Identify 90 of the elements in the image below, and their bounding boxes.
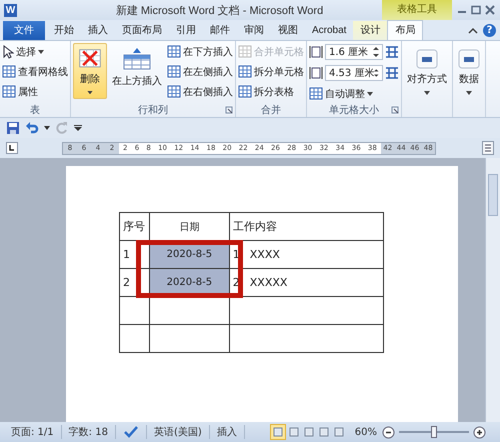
tab-stop-icon[interactable] xyxy=(6,142,18,154)
help-button[interactable]: ? xyxy=(483,24,496,37)
ribbon-button[interactable]: 在下方插入 xyxy=(167,43,233,60)
distribute-icon[interactable] xyxy=(385,45,399,59)
ribbon-tab[interactable]: 布局 xyxy=(387,20,424,40)
size-field[interactable]: 4.53 厘米 xyxy=(325,65,383,81)
undo-icon[interactable] xyxy=(25,121,39,135)
file-tab[interactable]: 文件 xyxy=(3,21,45,40)
group-label: 行和列 xyxy=(138,104,168,117)
customize-icon[interactable] xyxy=(74,125,82,131)
insert-row-icon xyxy=(122,47,152,71)
ribbon-tab[interactable]: 引用 xyxy=(169,21,203,40)
table-icon xyxy=(2,65,16,78)
table-icon xyxy=(238,45,252,58)
view-button[interactable] xyxy=(316,425,331,439)
insert-mode-status[interactable]: 插入 xyxy=(210,425,245,439)
table-cell: 日期 xyxy=(149,212,230,240)
table-icon xyxy=(238,65,252,78)
page-view-icon xyxy=(334,427,344,437)
table-icon xyxy=(167,85,181,98)
group-label: 单元格大小 xyxy=(329,104,379,117)
table-cell: 1 XXXX xyxy=(229,240,384,268)
page-view-icon xyxy=(288,427,299,437)
ribbon-tab[interactable]: 设计 xyxy=(353,21,388,40)
table-cell: 2 xyxy=(120,268,150,296)
group-label: 合并 xyxy=(261,104,281,117)
view-button[interactable] xyxy=(332,425,346,439)
table-icon xyxy=(167,65,181,78)
zoom-in-icon[interactable] xyxy=(473,426,486,438)
dialog-launcher-icon[interactable] xyxy=(391,106,399,114)
ribbon-button[interactable]: 拆分单元格 xyxy=(238,63,304,80)
save-icon[interactable] xyxy=(6,121,20,135)
spinner-icon xyxy=(373,46,379,58)
view-button[interactable] xyxy=(302,425,316,439)
table-cell: 工作内容 xyxy=(229,212,384,240)
size-field[interactable]: 1.6 厘米 xyxy=(325,44,383,60)
window-title: 新建 Microsoft Word 文档 - Microsoft Word xyxy=(114,4,324,18)
distribute-icon[interactable] xyxy=(385,66,399,80)
status-item[interactable]: 页面: 1/1 xyxy=(4,425,62,439)
cursor-icon xyxy=(2,44,14,58)
language-status[interactable]: 英语(美国) xyxy=(146,425,210,439)
ribbon-tab[interactable]: 视图 xyxy=(271,21,305,40)
table-icon xyxy=(309,87,323,100)
close-icon[interactable] xyxy=(484,5,496,15)
view-button[interactable] xyxy=(270,424,286,440)
ribbon-button[interactable]: 数据 xyxy=(455,43,483,99)
zoom-out-icon[interactable] xyxy=(382,426,395,438)
cell-size-icon xyxy=(309,45,323,59)
delete-table-icon xyxy=(77,48,103,69)
table-icon xyxy=(167,45,181,58)
ribbon-button[interactable]: 查看网格线 xyxy=(2,63,68,80)
page-view-icon xyxy=(304,427,314,437)
view-button[interactable] xyxy=(286,425,301,439)
ribbon-button[interactable]: 在左侧插入 xyxy=(167,63,233,80)
ribbon-tab[interactable]: 页面布局 xyxy=(115,21,169,40)
ribbon-button[interactable]: 选择 xyxy=(2,43,68,60)
ribbon-tab[interactable]: 邮件 xyxy=(203,21,237,40)
ribbon-tab[interactable]: 插入 xyxy=(81,21,115,40)
word-logo-icon: W xyxy=(4,4,17,16)
ribbon-button[interactable]: 删除 xyxy=(73,43,107,99)
page-view-icon xyxy=(272,427,283,437)
scrollbar[interactable] xyxy=(485,158,500,422)
collapse-ribbon-icon[interactable] xyxy=(468,27,478,35)
cell-size-icon xyxy=(309,66,323,80)
ribbon-tab[interactable]: 开始 xyxy=(47,21,81,40)
table-cell: 序号 xyxy=(120,212,150,240)
maximize-icon[interactable] xyxy=(470,5,482,15)
ribbon-button[interactable]: 自动调整 xyxy=(309,85,399,102)
zoom-level[interactable]: 60% xyxy=(354,426,377,438)
ruler-toggle-icon[interactable] xyxy=(482,141,494,155)
group-label: 表 xyxy=(30,104,40,117)
group-icon xyxy=(458,49,480,69)
dialog-launcher-icon[interactable] xyxy=(225,106,233,114)
context-group-label: 表格工具 xyxy=(382,0,452,20)
page-view-icon xyxy=(318,427,329,437)
status-item[interactable]: 字数: 18 xyxy=(62,425,116,439)
ribbon-button[interactable]: 拆分表格 xyxy=(238,83,304,100)
table-icon xyxy=(238,85,252,98)
ribbon-button[interactable]: 在右侧插入 xyxy=(167,83,233,100)
group-icon xyxy=(416,49,438,69)
slider-thumb[interactable] xyxy=(431,426,437,438)
caret-icon[interactable] xyxy=(44,126,50,130)
spinner-icon xyxy=(374,67,379,79)
ribbon-button[interactable]: 对齐方式 xyxy=(404,43,450,99)
ribbon-tab[interactable]: Acrobat xyxy=(305,21,354,40)
ribbon-tab[interactable]: 审阅 xyxy=(237,21,271,40)
table-cell: 1 xyxy=(120,240,150,268)
ribbon-button[interactable]: 在上方插入 xyxy=(109,43,165,99)
ribbon-button[interactable]: 属性 xyxy=(2,83,68,100)
table-icon xyxy=(2,85,16,98)
